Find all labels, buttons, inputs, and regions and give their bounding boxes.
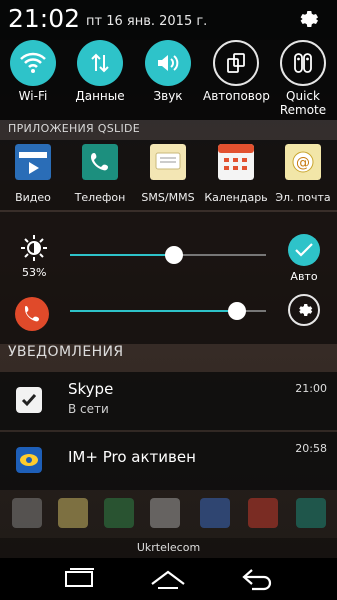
email-icon: @ <box>285 144 321 180</box>
video-clapper-icon <box>15 144 51 180</box>
status-bar: 21:02 пт 16 янв. 2015 г. <box>0 0 337 40</box>
qslide-app-sms[interactable]: SMS/MMS <box>135 144 201 204</box>
remote-icon <box>294 53 312 73</box>
wifi-icon <box>20 52 46 73</box>
qslide-apps-row: Видео Телефон SMS/MMS Календарь @ Эл. по… <box>0 140 337 210</box>
back-icon[interactable] <box>238 566 278 592</box>
brightness-slider[interactable] <box>70 246 266 264</box>
notifications-section-title: УВЕДОМЛЕНИЯ <box>8 344 124 360</box>
notification-improp-time: 20:58 <box>295 442 327 455</box>
brightness-icon <box>21 235 47 261</box>
background-app-tile <box>104 498 134 528</box>
notification-skype[interactable]: Skype В сети 21:00 <box>0 372 337 430</box>
qslide-app-email[interactable]: @ Эл. почта <box>270 144 336 204</box>
phone-icon <box>82 144 118 180</box>
notification-skype-title: Skype <box>68 380 114 398</box>
volume-slider-thumb[interactable] <box>227 302 246 320</box>
qslide-app-phone[interactable]: Телефон <box>67 144 133 204</box>
home-icon[interactable] <box>148 566 188 592</box>
gear-icon <box>299 304 313 316</box>
notification-skype-time: 21:00 <box>295 382 327 395</box>
background-app-tile <box>12 498 42 528</box>
qs-sound-label: Звук <box>153 89 183 103</box>
qslide-section-title: ПРИЛОЖЕНИЯ QSLIDE <box>8 122 141 135</box>
carrier-label: Ukrtelecom <box>0 538 337 558</box>
qs-quick-remote[interactable]: Quick Remote <box>270 40 336 117</box>
skype-icon <box>16 387 42 413</box>
qslide-app-video-label: Видео <box>15 191 51 204</box>
qslide-app-calendar[interactable]: Календарь <box>203 144 269 204</box>
qslide-app-phone-label: Телефон <box>74 191 126 204</box>
qs-rotate[interactable]: Автоповор <box>203 40 270 103</box>
sound-settings-button[interactable] <box>288 294 320 326</box>
qs-wifi[interactable]: Wi-Fi <box>0 40 66 103</box>
clock-date: пт 16 янв. 2015 г. <box>86 14 208 29</box>
speaker-icon <box>158 55 179 71</box>
notification-improp-title: IM+ Pro активен <box>68 448 196 466</box>
qslide-app-video[interactable]: Видео <box>0 144 66 204</box>
auto-brightness-toggle[interactable] <box>288 234 320 266</box>
qs-rotate-label: Автоповор <box>203 89 270 103</box>
background-app-tile <box>150 498 180 528</box>
auto-brightness-label: Авто <box>290 270 318 283</box>
clock-time: 21:02 <box>8 4 81 33</box>
improp-icon <box>16 447 42 473</box>
settings-gear-icon[interactable] <box>295 7 319 31</box>
qslide-app-calendar-label: Календарь <box>204 191 268 204</box>
calendar-icon <box>218 144 254 180</box>
qslide-app-email-label: Эл. почта <box>275 191 331 204</box>
volume-slider[interactable] <box>70 302 266 320</box>
qs-quick-remote-label: Quick Remote <box>279 89 327 117</box>
notification-improp[interactable]: IM+ Pro активен 20:58 <box>0 432 337 490</box>
qs-sound[interactable]: Звук <box>135 40 201 103</box>
brightness-slider-fill <box>70 254 174 256</box>
quick-settings-row: Wi-Fi Данные Звук Автоповор Quick Remote <box>0 40 337 120</box>
qs-wifi-label: Wi-Fi <box>18 89 48 103</box>
sliders-panel: 53% Авто <box>0 212 337 344</box>
notification-skype-subtitle: В сети <box>68 402 109 416</box>
background-app-tile <box>248 498 278 528</box>
qslide-app-sms-label: SMS/MMS <box>141 191 195 204</box>
data-arrows-icon <box>91 53 109 73</box>
brightness-percent: 53% <box>22 266 47 279</box>
volume-slider-fill <box>70 310 237 312</box>
ringtone-volume-icon <box>15 297 49 331</box>
recent-apps-icon[interactable] <box>60 566 100 592</box>
rotate-icon <box>227 53 245 73</box>
background-app-tile <box>296 498 326 528</box>
navigation-bar <box>0 558 337 600</box>
background-app-tile <box>58 498 88 528</box>
home-screen-background <box>0 490 337 538</box>
message-icon <box>150 144 186 180</box>
background-app-tile <box>200 498 230 528</box>
svg-text:@: @ <box>296 155 310 171</box>
qs-data-label: Данные <box>75 89 125 103</box>
qs-data[interactable]: Данные <box>67 40 133 103</box>
check-icon <box>295 243 313 257</box>
brightness-slider-thumb[interactable] <box>164 246 183 264</box>
